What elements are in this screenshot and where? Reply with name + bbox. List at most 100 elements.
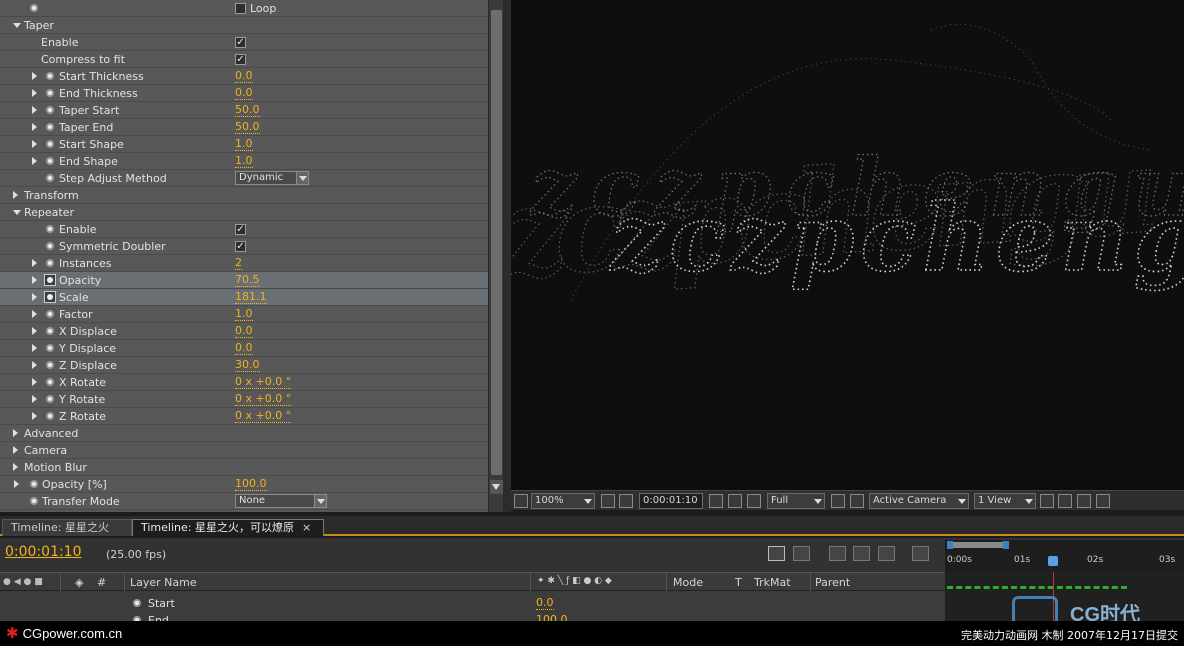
effect-property-value[interactable]: 0 x +0.0 °: [235, 376, 292, 389]
effect-row[interactable]: Transfer Mode None: [0, 493, 488, 510]
effect-row[interactable]: Taper End 50.0: [0, 119, 488, 136]
effect-row[interactable]: Symmetric Doubler ✓: [0, 238, 488, 255]
effect-row[interactable]: Transform: [0, 187, 488, 204]
property-dropdown[interactable]: Dynamic: [235, 171, 309, 185]
effect-row[interactable]: Advanced: [0, 425, 488, 442]
show-snapshot-icon[interactable]: [728, 494, 742, 508]
effect-row[interactable]: Step Adjust Method Dynamic: [0, 170, 488, 187]
twirl-closed-icon[interactable]: [32, 157, 37, 165]
effect-row[interactable]: Instances 2: [0, 255, 488, 272]
twirl-closed-icon[interactable]: [32, 344, 37, 352]
stopwatch-icon[interactable]: [46, 157, 54, 165]
motion-blur-icon[interactable]: [878, 546, 895, 561]
region-icon[interactable]: [619, 494, 633, 508]
twirl-open-icon[interactable]: [13, 23, 21, 28]
effect-property-value[interactable]: 0 x +0.0 °: [235, 410, 292, 423]
effect-property-value[interactable]: 50.0: [235, 121, 260, 134]
stopwatch-icon[interactable]: [30, 480, 38, 488]
effect-row[interactable]: End Shape 1.0: [0, 153, 488, 170]
effect-row[interactable]: Y Displace 0.0: [0, 340, 488, 357]
twirl-closed-icon[interactable]: [32, 276, 37, 284]
composition-viewer[interactable]: zczpchenguzczpchenguzczpchengu: [511, 0, 1184, 490]
effect-row[interactable]: Camera: [0, 442, 488, 459]
layer-duration-bar[interactable]: [947, 586, 1127, 589]
column-layer-name[interactable]: Layer Name: [130, 576, 197, 589]
snapshot-camera-icon[interactable]: [709, 494, 723, 508]
checkbox[interactable]: ✓: [235, 3, 246, 14]
twirl-closed-icon[interactable]: [32, 259, 37, 267]
twirl-closed-icon[interactable]: [32, 72, 37, 80]
viewer-timecode[interactable]: 0:00:01:10: [639, 493, 703, 509]
twirl-open-icon[interactable]: [13, 210, 21, 215]
effect-row[interactable]: Start Thickness 0.0: [0, 68, 488, 85]
effect-row[interactable]: Opacity 70.5: [0, 272, 488, 289]
stopwatch-icon[interactable]: [46, 72, 54, 80]
effect-property-value[interactable]: 1.0: [235, 308, 253, 321]
effect-row[interactable]: Z Rotate 0 x +0.0 °: [0, 408, 488, 425]
effect-row[interactable]: Scale 181.1: [0, 289, 488, 306]
twirl-closed-icon[interactable]: [32, 293, 37, 301]
column-mode[interactable]: Mode: [673, 576, 703, 589]
table-row[interactable]: Start 0.0: [0, 594, 945, 611]
stopwatch-icon[interactable]: [46, 378, 54, 386]
stopwatch-icon[interactable]: [46, 225, 54, 233]
checkbox[interactable]: ✓: [235, 37, 246, 48]
effect-property-value[interactable]: 30.0: [235, 359, 260, 372]
zoom-dropdown[interactable]: 100%: [531, 493, 595, 509]
stopwatch-icon[interactable]: [46, 361, 54, 369]
effect-row[interactable]: Enable ✓: [0, 221, 488, 238]
stopwatch-icon[interactable]: [46, 106, 54, 114]
effect-property-value[interactable]: 100.0: [235, 478, 267, 491]
checkbox[interactable]: ✓: [235, 241, 246, 252]
tab-timeline-1[interactable]: Timeline: 星星之火: [2, 519, 132, 536]
stopwatch-icon[interactable]: [30, 4, 38, 12]
twirl-closed-icon[interactable]: [14, 480, 19, 488]
effect-property-value[interactable]: 0.0: [235, 342, 253, 355]
stopwatch-icon[interactable]: [133, 599, 141, 607]
monitor-icon[interactable]: [514, 494, 528, 508]
stopwatch-active-icon[interactable]: [44, 274, 56, 286]
stopwatch-icon[interactable]: [46, 395, 54, 403]
stopwatch-icon[interactable]: [46, 327, 54, 335]
checkbox[interactable]: ✓: [235, 224, 246, 235]
effect-controls-scrollbar[interactable]: [488, 0, 503, 512]
twirl-closed-icon[interactable]: [32, 395, 37, 403]
stopwatch-icon[interactable]: [46, 242, 54, 250]
timeline-toggle-icon[interactable]: [1077, 494, 1091, 508]
live-update-icon[interactable]: [768, 546, 785, 561]
stopwatch-icon[interactable]: [46, 174, 54, 182]
current-time-indicator[interactable]: [1048, 556, 1058, 566]
effect-property-value[interactable]: 1.0: [235, 138, 253, 151]
effect-row[interactable]: Factor 1.0: [0, 306, 488, 323]
column-parent[interactable]: Parent: [815, 576, 850, 589]
scroll-down-arrow-icon[interactable]: [490, 480, 503, 494]
time-ruler[interactable]: 0:00s 01s 02s 03s: [945, 540, 1184, 572]
effect-property-value[interactable]: 0.0: [235, 87, 253, 100]
twirl-closed-icon[interactable]: [32, 140, 37, 148]
view-layout-dropdown[interactable]: 1 View: [974, 493, 1036, 509]
effect-row[interactable]: Compress to fit ✓: [0, 51, 488, 68]
current-time[interactable]: 0:00:01:10: [5, 544, 82, 560]
stopwatch-icon[interactable]: [46, 412, 54, 420]
effect-row[interactable]: X Rotate 0 x +0.0 °: [0, 374, 488, 391]
stopwatch-active-icon[interactable]: [44, 291, 56, 303]
twirl-closed-icon[interactable]: [32, 378, 37, 386]
roi-icon[interactable]: [831, 494, 845, 508]
effect-row[interactable]: X Displace 0.0: [0, 323, 488, 340]
transparency-grid-icon[interactable]: [850, 494, 864, 508]
property-value[interactable]: 0.0: [536, 597, 554, 610]
stopwatch-icon[interactable]: [46, 140, 54, 148]
hide-shy-icon[interactable]: [829, 546, 846, 561]
work-area-bar[interactable]: [947, 541, 1009, 549]
twirl-closed-icon[interactable]: [32, 123, 37, 131]
3d-draft-icon[interactable]: [793, 546, 810, 561]
effect-row[interactable]: Z Displace 30.0: [0, 357, 488, 374]
effect-row[interactable]: Opacity [%] 100.0: [0, 476, 488, 493]
twirl-closed-icon[interactable]: [32, 89, 37, 97]
twirl-closed-icon[interactable]: [13, 429, 18, 437]
frame-blending-icon[interactable]: [853, 546, 870, 561]
stopwatch-icon[interactable]: [46, 123, 54, 131]
effect-property-value[interactable]: 0 x +0.0 °: [235, 393, 292, 406]
effect-property-value[interactable]: 50.0: [235, 104, 260, 117]
property-dropdown[interactable]: None: [235, 494, 327, 508]
